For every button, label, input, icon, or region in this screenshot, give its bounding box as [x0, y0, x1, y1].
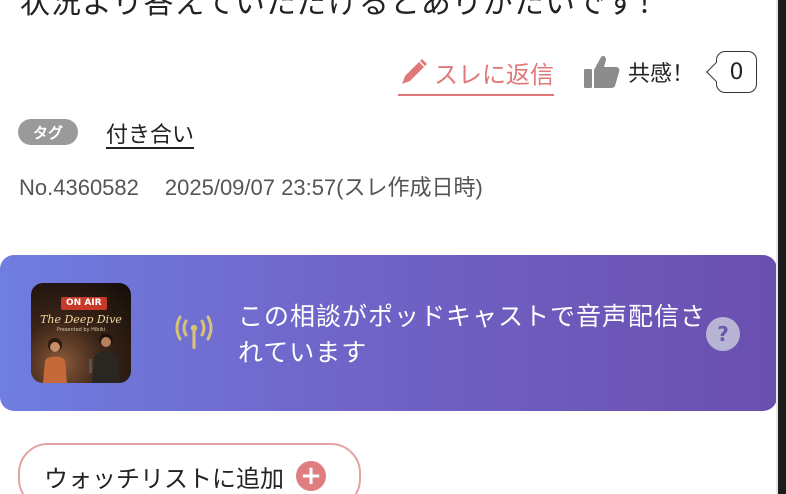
host-figure-left: [43, 338, 67, 383]
podcast-thumbnail: ON AIR The Deep Dive Presented by Hibiki: [31, 283, 131, 383]
on-air-badge: ON AIR: [61, 297, 107, 310]
empathy-count-badge: 0: [716, 51, 757, 93]
reply-label: スレに返信: [434, 60, 554, 89]
pencil-icon: [398, 56, 430, 88]
watchlist-label: ウォッチリストに追加: [44, 464, 284, 493]
help-icon[interactable]: ?: [706, 317, 740, 351]
created-datetime: 2025/09/07 23:57(スレ作成日時): [164, 175, 483, 200]
tag-link[interactable]: 付き合い: [106, 117, 194, 149]
plus-circle-icon: +: [296, 461, 326, 491]
empathy-label: 共感！: [628, 62, 695, 87]
tag-badge: タグ: [18, 119, 78, 145]
post-body-text: 状況より答えていただけるとありがたいです！: [20, 0, 668, 21]
broadcast-antenna-icon: [172, 311, 216, 355]
window-edge: [776, 0, 786, 494]
empathy-count: 0: [729, 59, 744, 85]
podcast-banner[interactable]: ON AIR The Deep Dive Presented by Hibiki: [0, 255, 777, 411]
empathy-button[interactable]: 共感！: [582, 50, 694, 94]
add-to-watchlist-button[interactable]: ウォッチリストに追加 +: [18, 443, 361, 494]
thumbs-up-icon: [582, 54, 622, 90]
host-figure-right: [89, 333, 120, 383]
post-number: No.4360582: [19, 175, 139, 200]
podcast-thumbnail-title: The Deep Dive: [40, 313, 122, 326]
thread-detail-page: 状況より答えていただけるとありがたいです！ スレに返信 共感！ 0 タグ 付き合…: [0, 0, 786, 494]
thread-meta: No.4360582 2025/09/07 23:57(スレ作成日時): [19, 170, 483, 202]
reply-to-thread-button[interactable]: スレに返信: [398, 52, 554, 96]
podcast-message: この相談がポッドキャストで音声配信されています: [238, 302, 707, 367]
